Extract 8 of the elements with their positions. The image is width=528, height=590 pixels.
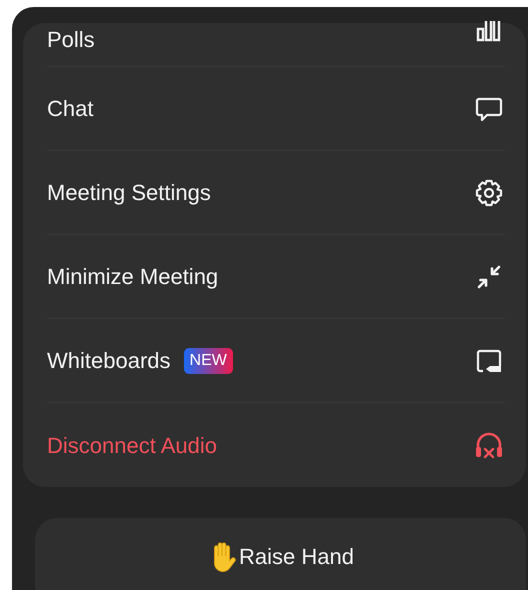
new-badge: NEW [184,348,233,374]
menu-item[interactable]: Whiteboards [47,348,171,373]
menu-item[interactable]: Minimize Meeting [47,264,218,289]
menu-item[interactable]: Disconnect Audio [47,432,217,458]
menu-item[interactable]: Meeting Settings [47,180,211,205]
raise-hand-button[interactable]: Raise Hand [35,518,526,590]
menu-item[interactable]: Chat [47,96,94,121]
menu-item[interactable]: Polls [47,27,95,52]
